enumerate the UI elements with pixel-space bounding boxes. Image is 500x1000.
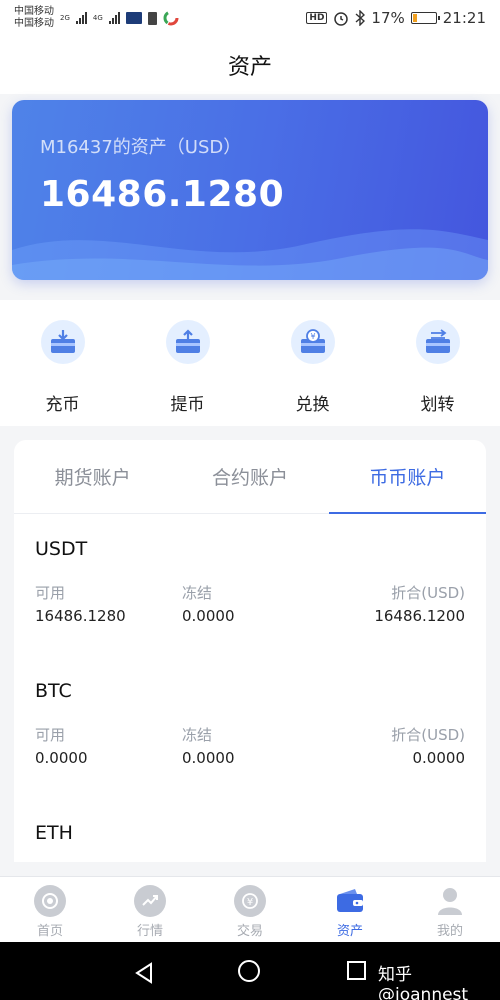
clock: 21:21 (442, 9, 486, 27)
coin-name: USDT (35, 538, 88, 560)
watermark: 知乎 @joannest (378, 965, 469, 1000)
available-value: 16486.1280 (35, 607, 126, 625)
frozen-label: 冻结 (182, 584, 213, 602)
tab-futures-account[interactable]: 期货账户 (14, 440, 171, 513)
status-bar: 中国移动 中国移动 2G 4G HD 17% 21:21 (0, 0, 500, 36)
page-header: 资产 (0, 36, 500, 94)
battery-level (412, 14, 417, 22)
coin-row-usdt[interactable]: USDT 可用 冻结 折合(USD) 16486.1280 0.0000 164… (14, 514, 486, 656)
deposit-button[interactable]: 充币 (0, 300, 125, 426)
transfer-button[interactable]: 划转 (375, 300, 500, 426)
withdraw-button[interactable]: 提币 (125, 300, 250, 426)
alarm-icon (334, 12, 349, 26)
nav-trade-label: 交易 (236, 924, 263, 939)
converted-value: 16486.1200 (374, 607, 465, 625)
frozen-value: 0.0000 (182, 607, 235, 625)
deposit-label: 充币 (45, 395, 80, 415)
deposit-icon (40, 320, 85, 364)
coin-name: BTC (35, 680, 72, 702)
withdraw-icon (165, 320, 210, 364)
back-icon[interactable] (133, 962, 155, 984)
coin-row-btc[interactable]: BTC 可用 冻结 折合(USD) 0.0000 0.0000 0.0000 (14, 656, 486, 798)
carrier-2: 中国移动 (14, 18, 54, 29)
nav-assets-label: 资产 (336, 924, 363, 939)
asset-total-value: 16486.1280 (40, 174, 285, 215)
transfer-icon (415, 320, 460, 364)
transfer-label: 划转 (420, 395, 455, 415)
battery-icon (410, 12, 440, 24)
carrier-1: 中国移动 (14, 6, 54, 17)
exchange-icon: ¥ (290, 320, 335, 364)
app-notification-icon (125, 12, 142, 24)
system-nav-bar: 知乎 @joannest (0, 942, 500, 1000)
nav-home-label: 首页 (36, 924, 63, 939)
nav-market[interactable]: 行情 (100, 877, 200, 942)
coin-row-eth[interactable]: ETH (14, 798, 486, 862)
signal-icon (75, 12, 87, 24)
recent-apps-icon[interactable] (347, 961, 366, 980)
nav-home[interactable]: 首页 (0, 877, 100, 942)
svg-text:¥: ¥ (247, 897, 253, 908)
battery-percent: 17% (371, 9, 405, 27)
carrier-info: 中国移动 中国移动 (14, 6, 54, 30)
nav-market-label: 行情 (136, 924, 163, 939)
signal-icon (108, 12, 120, 24)
nav-trade[interactable]: ¥ 交易 (200, 877, 300, 942)
card-wave-decoration (12, 229, 488, 280)
coin-name: ETH (35, 822, 73, 844)
profile-icon (434, 885, 466, 917)
market-icon (134, 885, 166, 917)
home-icon (34, 885, 66, 917)
page-title: 资产 (227, 55, 272, 80)
network-type-1: 2G (60, 14, 70, 22)
nav-assets[interactable]: 资产 (300, 877, 400, 942)
exchange-button[interactable]: ¥ 兑换 (250, 300, 375, 426)
asset-card: M16437的资产（USD） 16486.1280 (12, 100, 488, 280)
tab-contract-account[interactable]: 合约账户 (171, 440, 328, 513)
nav-profile[interactable]: 我的 (400, 877, 500, 942)
converted-value: 0.0000 (412, 749, 466, 767)
alert-icon (147, 11, 157, 25)
available-value: 0.0000 (35, 749, 88, 767)
home-circle-icon[interactable] (238, 960, 260, 982)
bluetooth-icon (355, 10, 366, 26)
tab-spot-account[interactable]: 币币账户 (329, 440, 486, 513)
exchange-label: 兑换 (295, 395, 330, 415)
bottom-nav: 首页 行情 ¥ 交易 资产 我的 (0, 876, 500, 942)
chart-icon (163, 10, 179, 26)
asset-card-title: M16437的资产（USD） (40, 137, 242, 158)
wallet-icon (334, 885, 366, 917)
network-type-2: 4G (92, 14, 103, 22)
quick-actions: 充币 提币 ¥ 兑换 划转 (0, 300, 500, 426)
withdraw-label: 提币 (170, 395, 205, 415)
hd-badge: HD (306, 12, 328, 24)
account-tabs: 期货账户 合约账户 币币账户 (14, 440, 486, 514)
available-label: 可用 (35, 584, 66, 602)
nav-profile-label: 我的 (436, 924, 463, 939)
converted-label: 折合(USD) (391, 584, 465, 602)
converted-label: 折合(USD) (391, 726, 465, 744)
available-label: 可用 (35, 726, 66, 744)
frozen-value: 0.0000 (182, 749, 235, 767)
svg-text:¥: ¥ (310, 332, 315, 341)
trade-icon: ¥ (234, 885, 266, 917)
frozen-label: 冻结 (182, 726, 213, 744)
accounts-panel: 期货账户 合约账户 币币账户 USDT 可用 冻结 折合(USD) 16486.… (14, 440, 486, 862)
